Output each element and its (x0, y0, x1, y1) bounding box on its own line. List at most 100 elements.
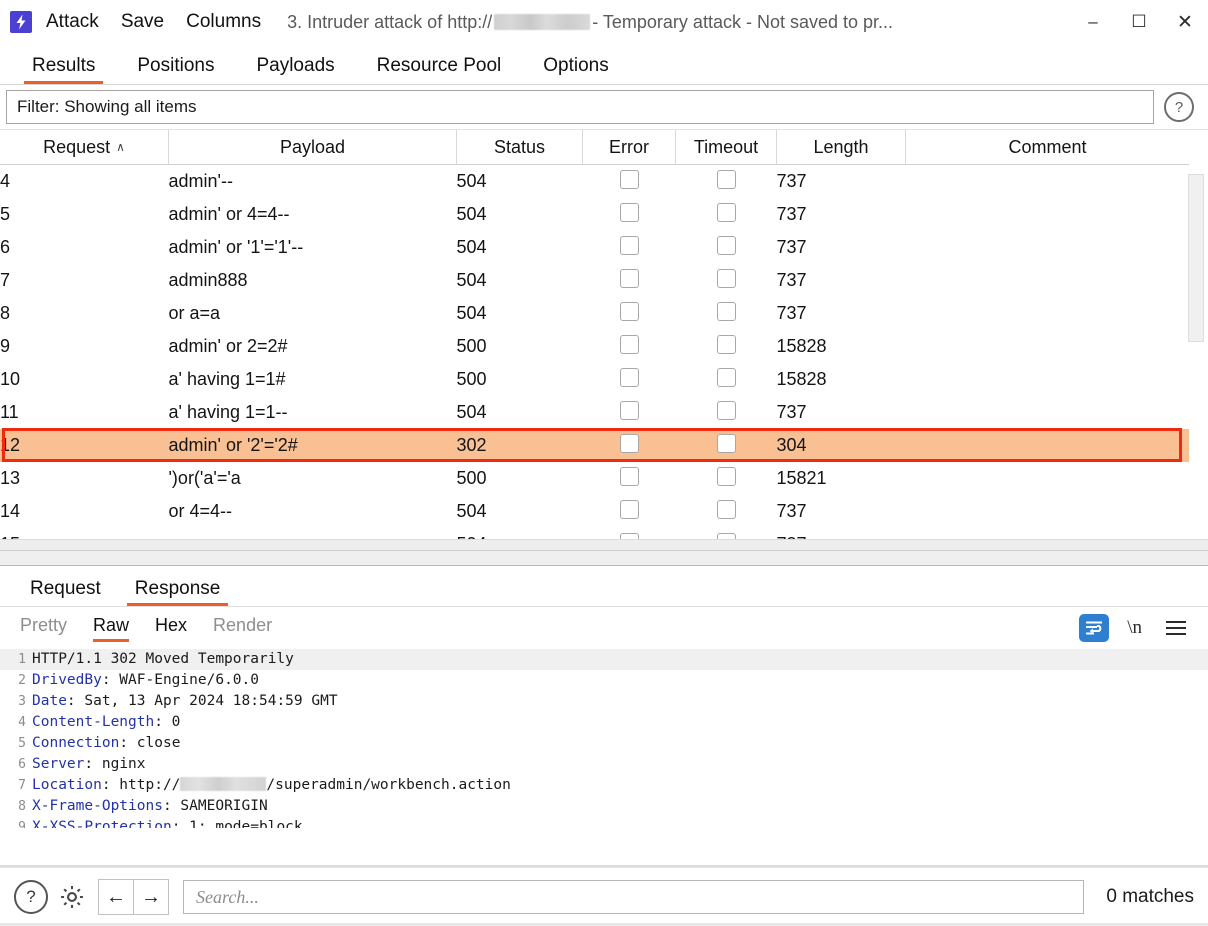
column-header-timeout[interactable]: Timeout (675, 130, 777, 165)
view-tab-render[interactable]: Render (213, 615, 272, 641)
panel-splitter[interactable] (0, 550, 1208, 566)
gear-icon[interactable] (58, 883, 86, 911)
search-input[interactable]: Search... (183, 880, 1085, 914)
cell-timeout[interactable] (676, 198, 777, 231)
line-number: 1 (18, 652, 26, 667)
cell-timeout-checkbox[interactable] (716, 334, 736, 354)
cell-timeout[interactable] (676, 264, 777, 297)
cell-timeout-checkbox[interactable] (716, 466, 736, 486)
cell-error[interactable] (583, 297, 676, 330)
cell-error-checkbox[interactable] (619, 466, 639, 486)
arrow-right-icon[interactable]: → (133, 879, 169, 915)
cell-error[interactable] (583, 396, 676, 429)
cell-timeout-checkbox[interactable] (716, 433, 736, 453)
cell-length: 15821 (776, 468, 827, 488)
table-row[interactable]: 7 admin888 504 737 (0, 264, 1189, 297)
minimize-button[interactable]: – (1070, 0, 1116, 44)
cell-timeout[interactable] (676, 165, 777, 199)
cell-error-checkbox[interactable] (619, 367, 639, 387)
cell-error-checkbox[interactable] (619, 334, 639, 354)
cell-error[interactable] (583, 198, 676, 231)
cell-timeout[interactable] (676, 462, 777, 495)
cell-error-checkbox[interactable] (619, 202, 639, 222)
cell-error[interactable] (583, 495, 676, 528)
tab-payloads[interactable]: Payloads (242, 55, 348, 84)
cell-request: 14 (0, 501, 21, 521)
cell-error-checkbox[interactable] (619, 301, 639, 321)
cell-timeout[interactable] (676, 231, 777, 264)
hamburger-menu-icon[interactable] (1166, 621, 1186, 635)
cell-timeout-checkbox[interactable] (716, 301, 736, 321)
arrow-left-icon[interactable]: ← (98, 879, 133, 915)
cell-timeout-checkbox[interactable] (716, 499, 736, 519)
table-row[interactable]: 14 or 4=4-- 504 737 (0, 495, 1189, 528)
newline-icon[interactable]: \n (1127, 617, 1142, 639)
cell-timeout-checkbox[interactable] (716, 169, 736, 189)
column-header-error[interactable]: Error (582, 130, 676, 165)
table-row[interactable]: 8 or a=a 504 737 (0, 297, 1189, 330)
cell-error[interactable] (583, 462, 676, 495)
table-row[interactable]: 9 admin' or 2=2# 500 15828 (0, 330, 1189, 363)
close-button[interactable]: ✕ (1162, 0, 1208, 44)
cell-comment (906, 462, 1190, 495)
cell-error[interactable] (583, 231, 676, 264)
response-line: 8 X-Frame-Options: SAMEORIGIN (0, 796, 1208, 817)
cell-timeout-checkbox[interactable] (716, 235, 736, 255)
cell-timeout[interactable] (676, 495, 777, 528)
cell-request: 10 (0, 369, 21, 389)
column-header-comment[interactable]: Comment (905, 130, 1189, 165)
menu-columns[interactable]: Columns (186, 11, 261, 33)
menu-attack[interactable]: Attack (46, 11, 99, 33)
menu-save[interactable]: Save (121, 11, 164, 33)
cell-timeout-checkbox[interactable] (716, 202, 736, 222)
cell-length: 737 (776, 501, 807, 521)
cell-timeout[interactable] (676, 297, 777, 330)
table-row[interactable]: 12 admin' or '2'='2# 302 304 (0, 429, 1189, 462)
tab-results[interactable]: Results (18, 55, 109, 84)
cell-timeout[interactable] (676, 396, 777, 429)
question-mark-icon[interactable]: ? (14, 880, 48, 914)
tab-options[interactable]: Options (529, 55, 622, 84)
cell-error-checkbox[interactable] (619, 268, 639, 288)
table-row[interactable]: 4 admin'-- 504 737 (0, 165, 1189, 199)
tab-positions[interactable]: Positions (123, 55, 228, 84)
table-row[interactable]: 13 ')or('a'='a 500 15821 (0, 462, 1189, 495)
cell-error-checkbox[interactable] (619, 433, 639, 453)
cell-error[interactable] (583, 264, 676, 297)
cell-error[interactable] (583, 165, 676, 199)
cell-length: 737 (776, 171, 807, 191)
cell-error-checkbox[interactable] (619, 499, 639, 519)
question-mark-icon[interactable]: ? (1164, 92, 1194, 122)
cell-timeout[interactable] (675, 429, 777, 462)
cell-timeout[interactable] (676, 363, 777, 396)
maximize-button[interactable]: ☐ (1116, 0, 1162, 44)
tab-response[interactable]: Response (123, 578, 233, 606)
column-header-payload[interactable]: Payload (168, 130, 457, 165)
tab-request[interactable]: Request (18, 578, 113, 606)
cell-error[interactable] (583, 330, 676, 363)
cell-error[interactable] (583, 363, 676, 396)
cell-error-checkbox[interactable] (619, 400, 639, 420)
cell-timeout-checkbox[interactable] (716, 268, 736, 288)
column-header-request[interactable]: Request ∧ (0, 130, 169, 165)
tab-resource-pool[interactable]: Resource Pool (363, 55, 516, 84)
cell-timeout-checkbox[interactable] (716, 400, 736, 420)
cell-error-checkbox[interactable] (619, 235, 639, 255)
table-row[interactable]: 5 admin' or 4=4-- 504 737 (0, 198, 1189, 231)
view-tab-pretty[interactable]: Pretty (20, 615, 67, 641)
table-row[interactable]: 10 a' having 1=1# 500 15828 (0, 363, 1189, 396)
filter-field[interactable]: Filter: Showing all items (6, 90, 1154, 124)
cell-error-checkbox[interactable] (619, 169, 639, 189)
view-tab-hex[interactable]: Hex (155, 615, 187, 641)
response-body[interactable]: 1 HTTP/1.1 302 Moved Temporarily 2 DrivedBy… (0, 649, 1208, 867)
column-header-length[interactable]: Length (776, 130, 906, 165)
cell-timeout-checkbox[interactable] (716, 367, 736, 387)
column-header-status[interactable]: Status (456, 130, 583, 165)
view-tab-raw[interactable]: Raw (93, 615, 130, 642)
word-wrap-icon[interactable] (1079, 614, 1110, 642)
cell-error[interactable] (582, 429, 676, 462)
table-row[interactable]: 6 admin' or '1'='1'-- 504 737 (0, 231, 1189, 264)
cell-timeout[interactable] (676, 330, 777, 363)
results-scrollbar-thumb[interactable] (1188, 174, 1204, 342)
table-row[interactable]: 11 a' having 1=1-- 504 737 (0, 396, 1189, 429)
